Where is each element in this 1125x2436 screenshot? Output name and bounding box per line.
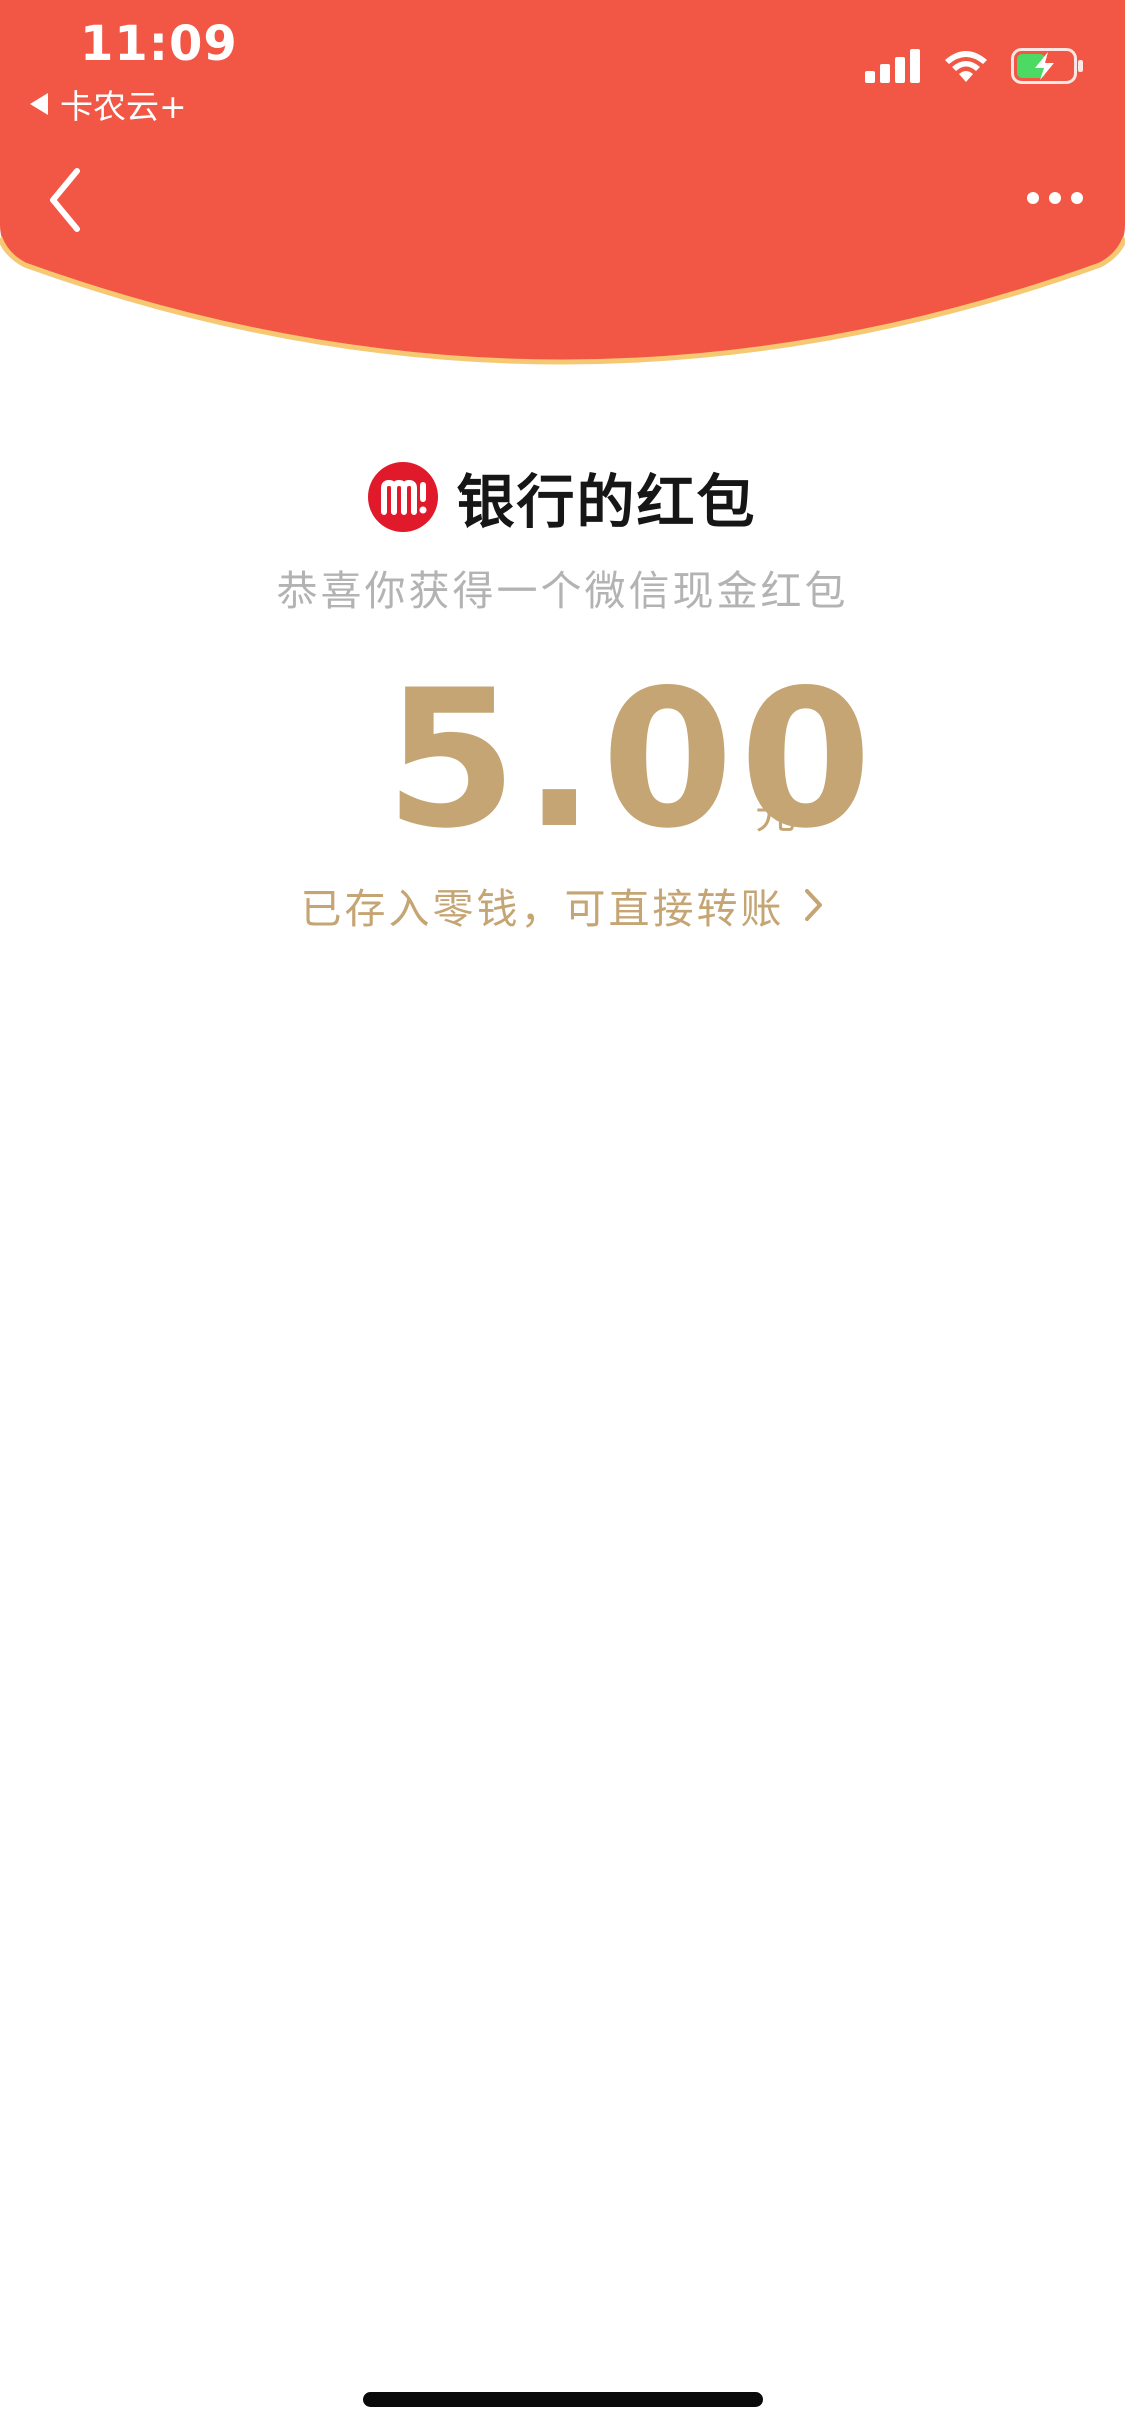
back-to-app-label: 卡农云+ (60, 87, 187, 126)
chevron-right-icon (804, 889, 822, 921)
amount-unit: 元 (755, 790, 796, 838)
amount-row: 5.00 元 (0, 660, 1125, 860)
wifi-icon (945, 51, 987, 82)
back-triangle-icon (30, 93, 48, 115)
bank-logo-icon (368, 462, 439, 532)
status-time: 11:09 (80, 16, 238, 72)
back-button[interactable] (45, 165, 89, 235)
sender-title: 银行的红包 (456, 468, 757, 536)
sender-title-row: 银行的红包 (0, 455, 1125, 539)
amount-value: 5.00 (385, 649, 878, 870)
balance-link[interactable]: 已存入零钱，可直接转账 (0, 875, 1125, 935)
status-icons (865, 48, 1085, 84)
balance-link-label: 已存入零钱，可直接转账 (300, 885, 785, 933)
greeting-subtitle: 恭喜你获得一个微信现金红包 (276, 567, 849, 615)
chevron-left-icon (50, 168, 80, 232)
back-to-app-link[interactable]: 卡农云+ (30, 80, 187, 128)
more-options-button[interactable] (1025, 180, 1085, 216)
home-indicator[interactable] (363, 2392, 763, 2407)
signal-icon (865, 49, 920, 83)
more-dots-icon (1027, 192, 1083, 204)
battery-charging-icon (1011, 48, 1083, 84)
red-packet-detail-page: 11:09 卡农云+ 银行的红包 恭喜你获得一个微信现金红包 5.00 元 已存… (0, 0, 1125, 2436)
